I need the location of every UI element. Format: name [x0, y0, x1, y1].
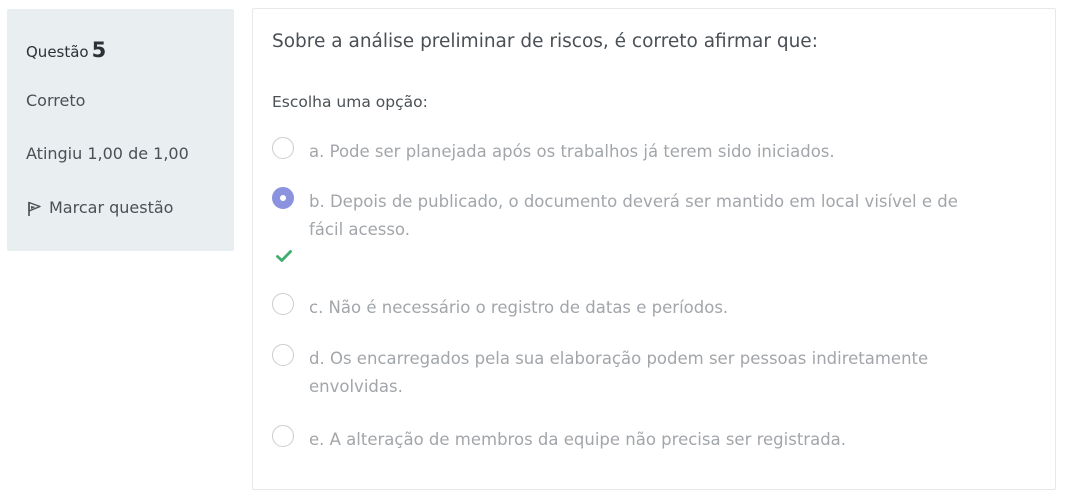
- question-number: Questão 5: [26, 38, 106, 62]
- option-e-label: e. A alteração de membros da equipe não …: [309, 430, 847, 449]
- radio-d[interactable]: [272, 344, 294, 366]
- radio-b[interactable]: [272, 187, 294, 209]
- question-content: Sobre a análise preliminar de riscos, é …: [252, 8, 1056, 490]
- flag-icon: [26, 200, 43, 217]
- question-number-value: 5: [91, 38, 107, 62]
- check-icon: [275, 247, 293, 265]
- question-info-panel: Questão 5 Correto Atingiu 1,00 de 1,00 Ma…: [7, 9, 234, 251]
- radio-e[interactable]: [272, 425, 294, 447]
- question-grade: Atingiu 1,00 de 1,00: [26, 144, 189, 163]
- radio-a[interactable]: [272, 137, 294, 159]
- answer-option-c[interactable]: c. Não é necessário o registro de datas …: [272, 293, 972, 321]
- answer-option-b[interactable]: b. Depois de publicado, o documento deve…: [272, 187, 972, 247]
- radio-c[interactable]: [272, 293, 294, 315]
- question-label: Questão: [26, 43, 89, 61]
- answer-prompt: Escolha uma opção:: [272, 93, 428, 111]
- question-text: Sobre a análise preliminar de riscos, é …: [272, 31, 818, 52]
- flag-question-button[interactable]: Marcar questão: [26, 197, 173, 217]
- option-d-label: d. Os encarregados pela sua elaboração p…: [309, 349, 929, 396]
- answer-option-e[interactable]: e. A alteração de membros da equipe não …: [272, 425, 972, 453]
- option-a-label: a. Pode ser planejada após os trabalhos …: [309, 142, 835, 161]
- option-b-label: b. Depois de publicado, o documento deve…: [309, 192, 958, 239]
- option-c-label: c. Não é necessário o registro de datas …: [309, 298, 729, 317]
- answer-option-d[interactable]: d. Os encarregados pela sua elaboração p…: [272, 344, 972, 404]
- flag-question-label: Marcar questão: [49, 197, 174, 217]
- answer-option-a[interactable]: a. Pode ser planejada após os trabalhos …: [272, 137, 972, 165]
- question-state: Correto: [26, 91, 86, 110]
